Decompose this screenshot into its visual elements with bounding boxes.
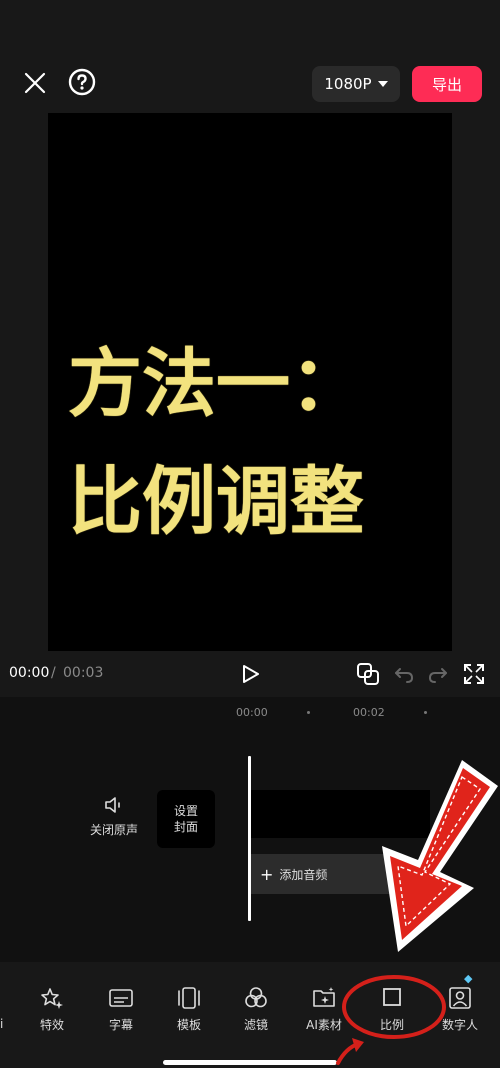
- ai-material-icon: [313, 987, 335, 1007]
- total-time: 00:03: [63, 665, 104, 681]
- tool-effects[interactable]: 特效: [24, 985, 80, 1033]
- caption-line-1: 方法一：: [68, 341, 364, 427]
- tool-digital-human[interactable]: 数字人: [432, 985, 488, 1033]
- preview-caption: 方法一： 比例调整: [68, 325, 364, 561]
- play-icon[interactable]: [238, 661, 264, 687]
- ruler-label: 00:00: [236, 706, 268, 719]
- mute-original-audio-button[interactable]: 关闭原声: [88, 795, 140, 841]
- mute-label: 关闭原声: [89, 823, 138, 837]
- digital-human-icon: [449, 987, 471, 1009]
- tool-ai-material[interactable]: AI素材: [296, 985, 352, 1033]
- time-separator: /: [51, 665, 56, 681]
- redo-icon[interactable]: [426, 662, 450, 686]
- subtitle-icon: [109, 989, 133, 1007]
- tool-label: 特效: [39, 1018, 64, 1032]
- caret-down-icon: [377, 81, 388, 87]
- video-clip[interactable]: [250, 790, 430, 838]
- tool-label: 数字人: [441, 1018, 478, 1032]
- caption-line-2: 比例调整: [68, 459, 364, 545]
- video-preview[interactable]: 方法一： 比例调整: [48, 113, 452, 651]
- undo-icon[interactable]: [392, 662, 416, 686]
- tool-label: 字幕: [108, 1018, 133, 1032]
- star-sparkle-icon: [41, 988, 63, 1009]
- tool-label: 比例: [379, 1018, 404, 1032]
- tool-templates[interactable]: 模板: [161, 985, 217, 1033]
- tool-filters[interactable]: 滤镜: [228, 985, 284, 1033]
- filter-icon: [245, 987, 267, 1008]
- playhead[interactable]: [248, 756, 251, 921]
- ratio-icon: [383, 988, 401, 1006]
- speaker-icon: [105, 797, 120, 813]
- help-icon[interactable]: [66, 66, 98, 98]
- set-cover-button[interactable]: 设置 封面: [157, 790, 215, 848]
- tool-ratio[interactable]: 比例: [364, 985, 420, 1033]
- cut-off-tool-label: i: [0, 1017, 4, 1031]
- ruler-tick: [307, 711, 310, 714]
- resolution-dropdown[interactable]: 1080P: [312, 66, 400, 102]
- add-audio-label: 添加音频: [279, 867, 328, 882]
- current-time: 00:00: [9, 665, 50, 681]
- ruler-tick: [424, 711, 427, 714]
- home-indicator: [163, 1060, 337, 1065]
- ruler-label: 00:02: [353, 706, 385, 719]
- fullscreen-icon[interactable]: [462, 662, 486, 686]
- tool-label: AI素材: [306, 1018, 342, 1032]
- cover-label-line-2: 封面: [173, 820, 198, 834]
- plus-icon: +: [260, 864, 274, 884]
- diamond-icon: ◆: [464, 972, 473, 985]
- export-button[interactable]: 导出: [412, 66, 482, 102]
- tool-label: 滤镜: [243, 1018, 268, 1032]
- tool-label: 模板: [176, 1018, 201, 1032]
- keyframe-icon[interactable]: [354, 660, 382, 688]
- template-icon: [178, 987, 200, 1009]
- cover-label-line-1: 设置: [173, 804, 198, 818]
- close-icon[interactable]: [18, 66, 52, 100]
- tool-subtitles[interactable]: 字幕: [93, 985, 149, 1033]
- resolution-label: 1080P: [324, 75, 372, 93]
- add-audio-button[interactable]: + 添加音频: [250, 854, 400, 894]
